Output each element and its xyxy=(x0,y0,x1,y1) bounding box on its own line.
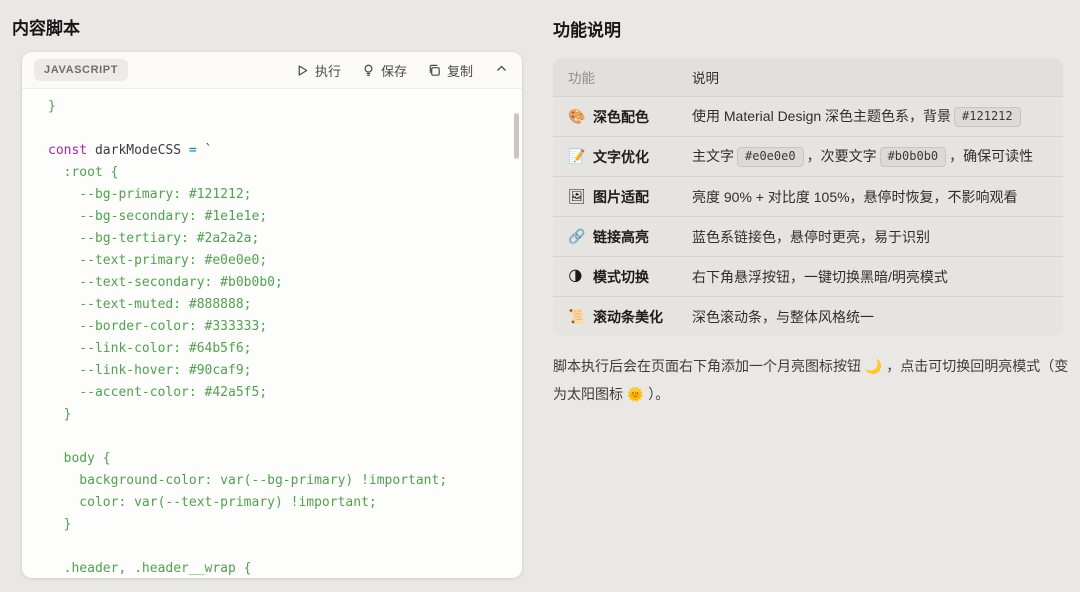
palette-icon: 🎨 xyxy=(568,108,586,125)
description-text: ，次要文字 xyxy=(807,148,877,164)
feature-name: 图片适配 xyxy=(593,187,649,207)
feature-cell: 🎨 深色配色 xyxy=(553,107,692,127)
code-content: } const darkModeCSS = ` :root { --bg-pri… xyxy=(48,96,512,578)
feature-cell: 📜 滚动条美化 xyxy=(553,307,692,327)
code-line: --link-hover: #90caf9; xyxy=(48,360,512,382)
code-line: --bg-secondary: #1e1e1e; xyxy=(48,206,512,228)
scroll-icon: 📜 xyxy=(568,308,586,325)
collapse-editor-button[interactable] xyxy=(495,62,508,78)
description-cell: 亮度 90% + 对比度 105%，悬停时恢复，不影响观看 xyxy=(692,187,1063,207)
run-button[interactable]: 执行 xyxy=(295,61,341,80)
half-moon-icon: 🌗 xyxy=(568,268,586,285)
description-cell: 右下角悬浮按钮，一键切换黑暗/明亮模式 xyxy=(692,267,1063,287)
feature-cell: 🌗 模式切换 xyxy=(553,267,692,287)
code-line: --bg-tertiary: #2a2a2a; xyxy=(48,228,512,250)
code-editor-content[interactable]: } const darkModeCSS = ` :root { --bg-pri… xyxy=(22,89,522,578)
feature-column-header: 功能 xyxy=(553,67,692,87)
picture-icon: 🖼 xyxy=(568,188,586,205)
feature-table-row: 🌗 模式切换 右下角悬浮按钮，一键切换黑暗/明亮模式 xyxy=(553,256,1063,296)
feature-name: 文字优化 xyxy=(593,147,649,167)
color-code-chip: #121212 xyxy=(954,107,1021,127)
description-cell: 主文字#e0e0e0，次要文字#b0b0b0，确保可读性 xyxy=(692,146,1063,167)
feature-name: 深色配色 xyxy=(593,107,649,127)
code-line: --accent-color: #42a5f5; xyxy=(48,382,512,404)
save-button[interactable]: 保存 xyxy=(361,61,407,80)
feature-table: 功能 说明 🎨深色配色使用 Material Design 深色主题色系，背景#… xyxy=(553,58,1063,336)
copy-icon xyxy=(427,63,442,78)
code-line: :root { xyxy=(48,162,512,184)
copy-button-label: 复制 xyxy=(447,61,473,80)
code-editor-toolbar: JAVASCRIPT 执行 保存 复制 xyxy=(22,52,522,89)
footer-note: 脚本执行后会在页面右下角添加一个月亮图标按钮 🌙 ，点击可切换回明亮模式（变为太… xyxy=(553,352,1071,408)
feature-description-panel: 功能说明 功能 说明 🎨 深色配色 使用 Material Design 深色主题色… xyxy=(540,0,1080,592)
feature-table-row: 🎨 深色配色 使用 Material Design 深色主题色系，背景#121212 xyxy=(553,96,1063,136)
sun-icon: 🌞 xyxy=(627,386,644,402)
code-line: background-color: var(--bg-primary) !imp… xyxy=(48,470,512,492)
feature-table-body: 🎨 深色配色 使用 Material Design 深色主题色系，背景#121212… xyxy=(553,96,1063,336)
footer-text-1: 脚本执行后会在页面右下角添加一个月亮图标按钮 xyxy=(553,358,865,374)
feature-cell: 🔗 链接高亮 xyxy=(553,227,692,247)
description-text: 右下角悬浮按钮，一键切换黑暗/明亮模式 xyxy=(692,269,948,285)
code-line: --bg-primary: #121212; xyxy=(48,184,512,206)
code-line: --text-primary: #e0e0e0; xyxy=(48,250,512,272)
content-script-panel: 内容脚本 JAVASCRIPT 执行 保存 复制 xyxy=(0,0,540,592)
code-line xyxy=(48,118,512,140)
chevron-up-icon xyxy=(495,62,508,78)
feature-cell: 📝 文字优化 xyxy=(553,147,692,167)
code-scrollbar-thumb[interactable] xyxy=(514,113,519,159)
code-line: --border-color: #333333; xyxy=(48,316,512,338)
feature-description-title: 功能说明 xyxy=(553,16,621,41)
feature-name: 链接高亮 xyxy=(593,227,649,247)
language-badge: JAVASCRIPT xyxy=(34,59,128,81)
description-text: ，确保可读性 xyxy=(949,148,1033,164)
code-line: body { xyxy=(48,448,512,470)
moon-icon: 🌙 xyxy=(865,358,882,374)
code-line: } xyxy=(48,96,512,118)
save-button-label: 保存 xyxy=(381,61,407,80)
color-code-chip: #b0b0b0 xyxy=(880,147,947,167)
code-line: color: var(--text-primary) !important; xyxy=(48,492,512,514)
description-cell: 蓝色系链接色，悬停时更亮，易于识别 xyxy=(692,227,1063,247)
code-line: const darkModeCSS = ` xyxy=(48,140,512,162)
code-line: } xyxy=(48,514,512,536)
description-text: 深色滚动条，与整体风格统一 xyxy=(692,309,874,325)
toolbar-actions: 执行 保存 复制 xyxy=(295,61,508,80)
copy-button[interactable]: 复制 xyxy=(427,61,473,80)
play-icon xyxy=(295,63,310,78)
link-icon: 🔗 xyxy=(568,228,586,245)
description-text: 亮度 90% + 对比度 105%，悬停时恢复，不影响观看 xyxy=(692,189,1018,205)
lightbulb-icon xyxy=(361,63,376,78)
code-line: } xyxy=(48,404,512,426)
color-code-chip: #e0e0e0 xyxy=(737,147,804,167)
description-text: 使用 Material Design 深色主题色系，背景 xyxy=(692,108,951,124)
feature-table-row: 📜 滚动条美化 深色滚动条，与整体风格统一 xyxy=(553,296,1063,336)
code-editor-card: JAVASCRIPT 执行 保存 复制 } co xyxy=(22,52,522,578)
memo-pencil-icon: 📝 xyxy=(568,148,586,165)
code-line xyxy=(48,426,512,448)
content-script-title: 内容脚本 xyxy=(12,14,80,39)
code-line: --text-muted: #888888; xyxy=(48,294,512,316)
description-cell: 深色滚动条，与整体风格统一 xyxy=(692,307,1063,327)
code-line: --link-color: #64b5f6; xyxy=(48,338,512,360)
feature-name: 滚动条美化 xyxy=(593,307,663,327)
feature-cell: 🖼 图片适配 xyxy=(553,187,692,207)
code-line: .header, .header__wrap { xyxy=(48,558,512,578)
feature-table-row: 🔗 链接高亮 蓝色系链接色，悬停时更亮，易于识别 xyxy=(553,216,1063,256)
code-line: --text-secondary: #b0b0b0; xyxy=(48,272,512,294)
feature-name: 模式切换 xyxy=(593,267,649,287)
description-text: 蓝色系链接色，悬停时更亮，易于识别 xyxy=(692,229,930,245)
footer-text-3: ）。 xyxy=(648,386,669,402)
feature-table-header: 功能 说明 xyxy=(553,58,1063,96)
feature-table-row: 📝 文字优化 主文字#e0e0e0，次要文字#b0b0b0，确保可读性 xyxy=(553,136,1063,176)
feature-table-row: 🖼 图片适配 亮度 90% + 对比度 105%，悬停时恢复，不影响观看 xyxy=(553,176,1063,216)
run-button-label: 执行 xyxy=(315,61,341,80)
description-text: 主文字 xyxy=(692,148,734,164)
code-line xyxy=(48,536,512,558)
description-cell: 使用 Material Design 深色主题色系，背景#121212 xyxy=(692,106,1063,127)
description-column-header: 说明 xyxy=(692,67,1063,87)
